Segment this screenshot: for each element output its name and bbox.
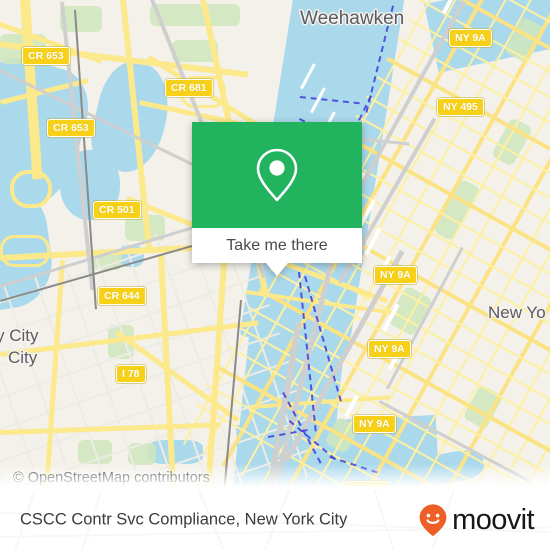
highway-ramp: [0, 235, 50, 267]
road-shield: CR 501: [93, 201, 141, 219]
road-shield: NY 9A: [353, 415, 396, 433]
footer-bar: CSCC Contr Svc Compliance, New York City…: [0, 490, 550, 550]
road-shield: CR 653: [47, 119, 95, 137]
map-screenshot: Weehawken New Yo y City City CR 653 CR 681 CR…: [0, 0, 550, 550]
take-me-there-label: Take me there: [226, 236, 328, 254]
road-shield: NY 9A: [449, 29, 492, 47]
road-shield: NY 9A: [374, 266, 417, 284]
map-bottom-fade: [0, 464, 550, 490]
moovit-wordmark: moovit: [452, 503, 534, 536]
road-shield: CR 644: [98, 287, 146, 305]
road-shield: CR 681: [165, 79, 213, 97]
road-shield: I 78: [116, 365, 146, 383]
callout-pointer: [266, 263, 288, 276]
road-shield: NY 495: [437, 98, 484, 116]
location-callout-card[interactable]: Take me there: [192, 122, 362, 276]
moovit-logo[interactable]: moovit: [418, 503, 535, 537]
road-shield: NY 9A: [368, 340, 411, 358]
take-me-there-button[interactable]: Take me there: [192, 228, 362, 263]
place-label: City: [8, 348, 38, 367]
place-label: Weehawken: [300, 8, 405, 29]
place-label: y City: [0, 326, 39, 345]
map-canvas[interactable]: Weehawken New Yo y City City CR 653 CR 681 CR…: [0, 0, 550, 490]
location-title: CSCC Contr Svc Compliance, New York City: [20, 510, 348, 529]
map-pin-icon: [256, 148, 298, 202]
moovit-smiley-pin-icon: [419, 504, 447, 537]
highway-ramp: [10, 170, 52, 208]
road-shield: CR 653: [22, 47, 70, 65]
callout-header: [192, 122, 362, 228]
place-label: New Yo: [488, 303, 546, 322]
